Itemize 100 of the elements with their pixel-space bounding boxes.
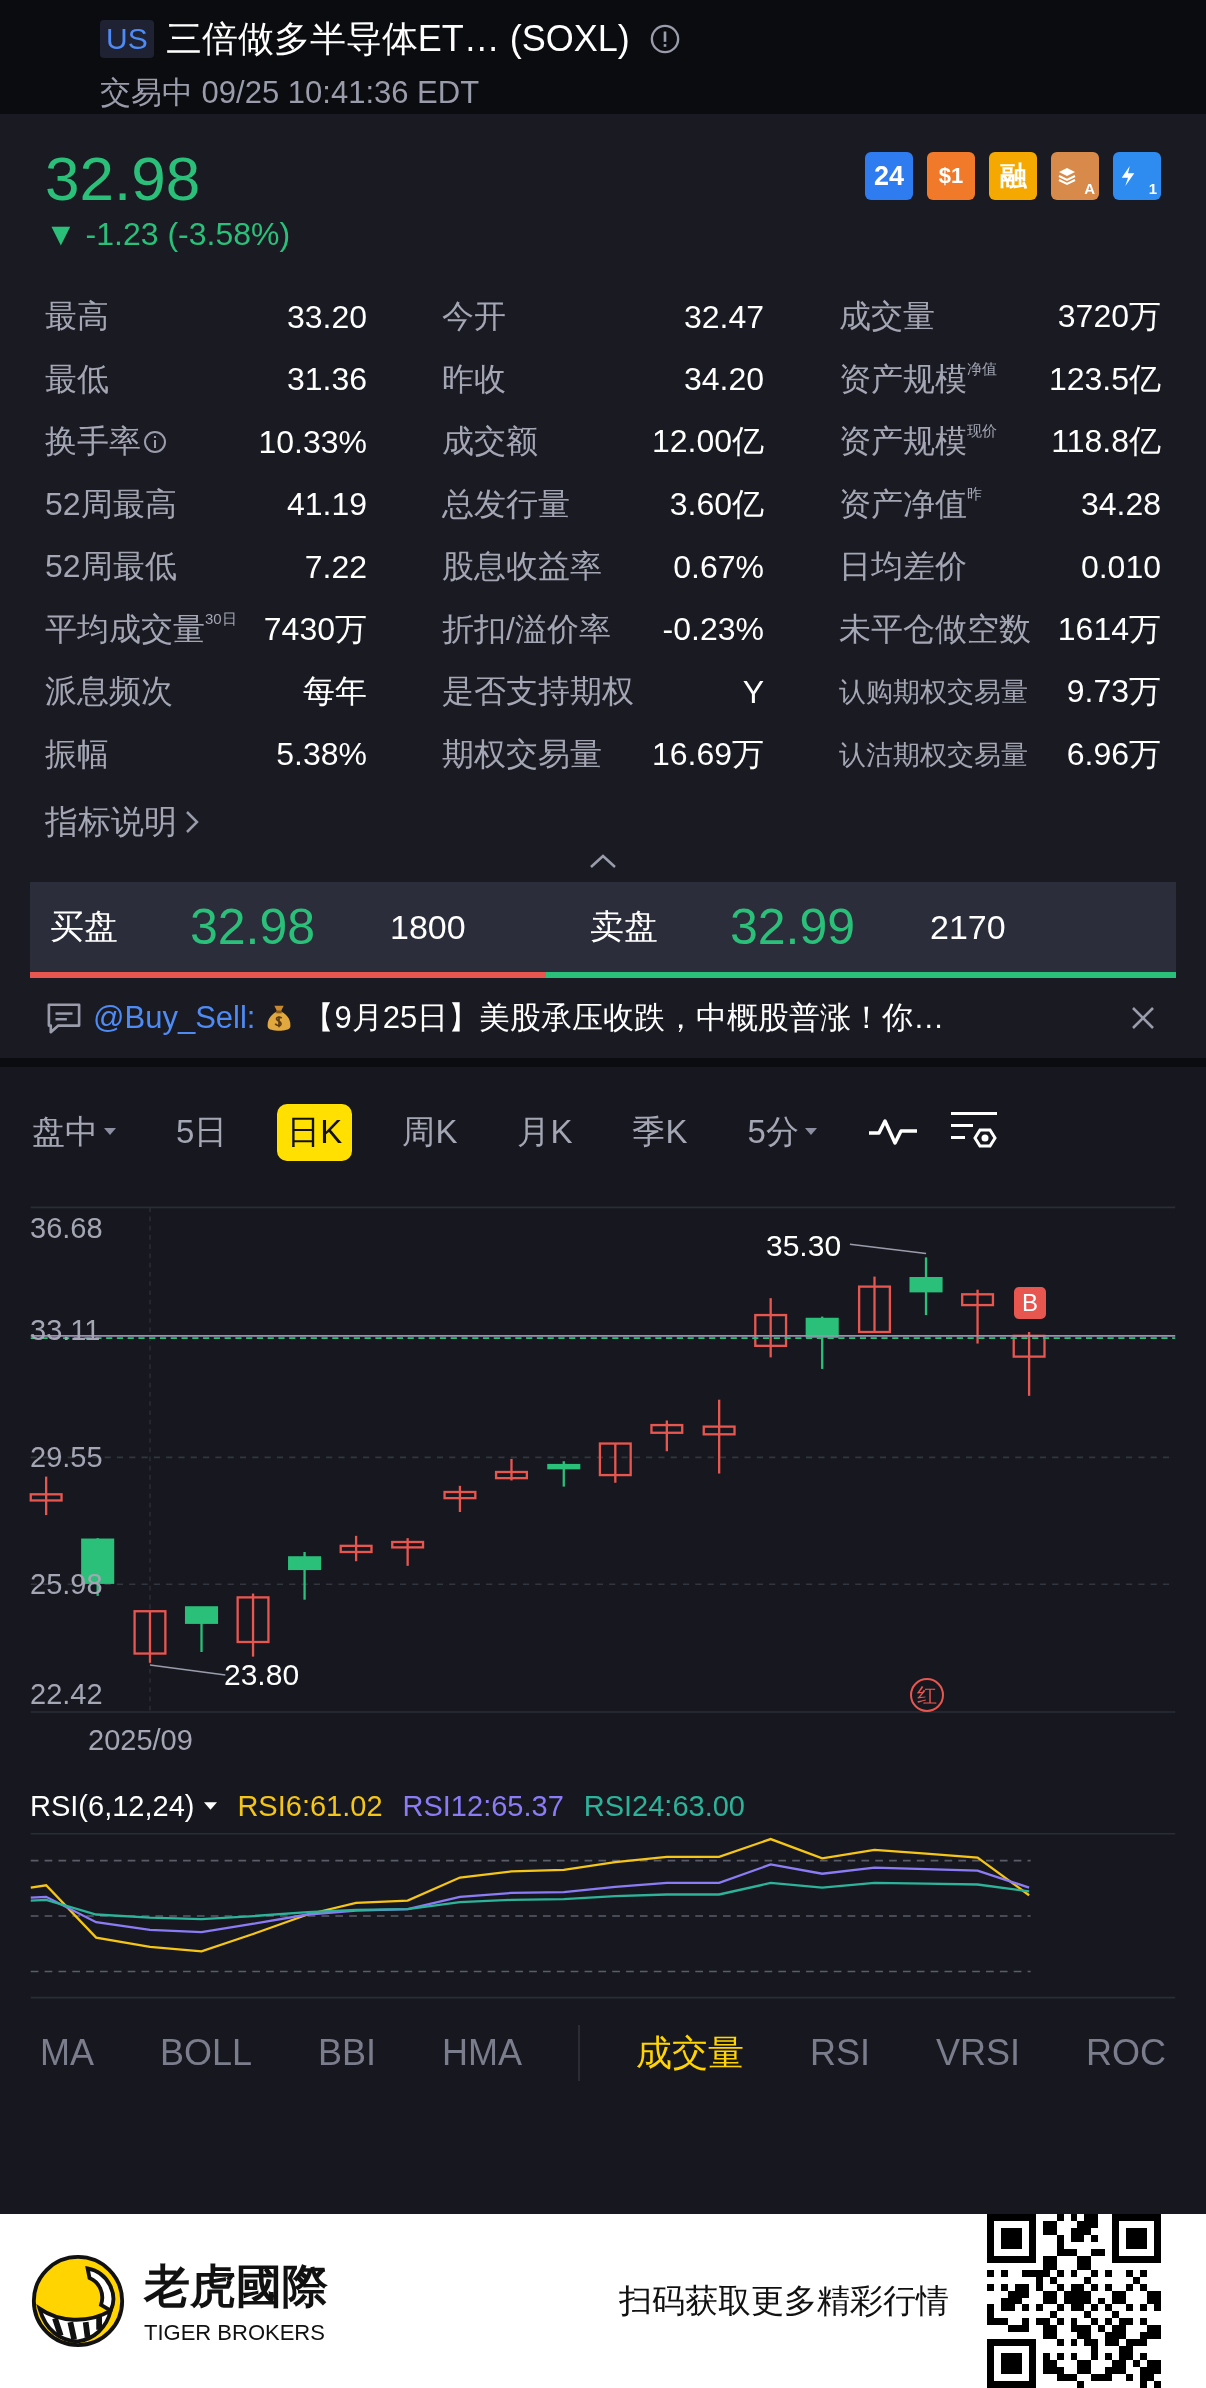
brand-subtitle: TIGER BROKERS — [144, 2320, 326, 2346]
stat-value: 3.60亿 — [669, 484, 764, 524]
stat-value: 34.28 — [1080, 486, 1161, 524]
stat-label: 今开 — [442, 297, 506, 337]
stat-value: 33.20 — [286, 298, 367, 336]
stat-label: 派息频次 — [45, 672, 173, 712]
candlestick — [857, 1276, 892, 1334]
stat-value: 6.96万 — [1066, 734, 1161, 774]
period-tab[interactable]: 盘中 — [22, 1103, 126, 1161]
chevron-right-icon[interactable] — [185, 810, 199, 834]
circled-marker[interactable]: 红 — [910, 1678, 944, 1713]
bolt-badge[interactable]: 1 — [1113, 152, 1161, 200]
dropdown-caret-icon[interactable] — [204, 1801, 218, 1811]
candlestick — [443, 1486, 477, 1513]
scan-prompt: 扫码获取更多精彩行情 — [619, 2280, 949, 2321]
candlestick — [288, 1552, 322, 1600]
stat-value: 118.8亿 — [1051, 422, 1161, 462]
candlestick — [339, 1536, 373, 1562]
period-tab[interactable]: 季K — [622, 1103, 698, 1161]
info-icon[interactable] — [143, 430, 167, 455]
stat-value: 3720万 — [1057, 297, 1161, 337]
candlestick — [391, 1538, 425, 1566]
ticket-badge[interactable]: $1 — [927, 152, 975, 200]
ask-label: 卖盘 — [590, 906, 659, 947]
x-axis-label: 2025/09 — [88, 1724, 193, 1757]
candlestick — [494, 1459, 528, 1481]
stat-label: 振幅 — [45, 734, 109, 774]
stat-value: 31.36 — [286, 361, 367, 399]
stat-value: 0.67% — [673, 548, 764, 586]
stat-label: 资产净值$^{昨}$ — [839, 483, 982, 524]
candlestick — [236, 1593, 270, 1657]
tiger-logo-icon — [30, 2253, 126, 2349]
stat-value: 1614万 — [1057, 609, 1161, 649]
stat-label: 资产规模$^{净值}$ — [839, 358, 997, 399]
stat-label: 最高 — [45, 297, 109, 337]
candlestick — [547, 1461, 581, 1487]
indicator-tab[interactable]: 成交量 — [625, 2024, 754, 2082]
stat-label: 总发行量 — [442, 484, 570, 524]
stat-label: 资产规模$^{现价}$ — [839, 421, 997, 462]
candlestick — [650, 1420, 684, 1452]
stat-label: 认沽期权交易量 — [839, 738, 1028, 772]
candlestick — [961, 1289, 995, 1344]
candlestick — [29, 1476, 63, 1516]
indicator-tab[interactable]: HMA — [432, 2028, 532, 2079]
stat-label: 折扣/溢价率 — [442, 609, 611, 649]
stat-value: 32.47 — [683, 298, 764, 336]
rsi-value: RSI24:63.00 — [583, 1789, 745, 1823]
stat-value: 5.38% — [276, 736, 367, 774]
indicator-tab[interactable]: BBI — [308, 2028, 387, 2079]
market-badge: US — [100, 20, 154, 58]
indicator-tab[interactable]: RSI — [799, 2028, 880, 2079]
y-axis-label: 22.42 — [30, 1678, 103, 1711]
y-axis-label: 29.55 — [30, 1441, 103, 1474]
stat-label: 认购期权交易量 — [839, 676, 1028, 710]
ask-size: 2170 — [930, 907, 1007, 947]
stat-label: 成交额 — [442, 422, 538, 462]
bid-label: 买盘 — [50, 906, 119, 947]
indicator-info-link[interactable]: 指标说明 — [45, 799, 177, 845]
stat-value: 每年 — [303, 672, 367, 712]
stat-value: 9.73万 — [1066, 672, 1161, 712]
stat-label: 成交量 — [839, 297, 935, 337]
stock-title: 三倍做多半导体ET… (SOXL) — [165, 16, 630, 61]
period-tab[interactable]: 周K — [392, 1103, 468, 1161]
trading-status: 交易中 09/25 10:41:36 EDT — [100, 74, 481, 112]
indicator-tab[interactable]: ROC — [1075, 2028, 1176, 2079]
indicator-tab[interactable]: MA — [30, 2028, 104, 2079]
stat-label: 股息收益率 — [442, 547, 602, 587]
stat-value: 10.33% — [258, 423, 367, 461]
stat-label: 换手率 — [45, 422, 141, 462]
chevron-up-icon[interactable] — [589, 853, 617, 869]
rsi-value: RSI12:65.37 — [402, 1789, 564, 1823]
comment-icon — [45, 1001, 83, 1035]
feature-badge[interactable]: 24 — [865, 152, 913, 200]
indicator-selector[interactable]: RSI(6,12,24) — [30, 1789, 195, 1823]
news-headline[interactable]: 【9月25日】美股承压收跌，中概股普涨！你… — [303, 997, 945, 1039]
stat-label: 平均成交量$^{30日}$ — [45, 608, 237, 649]
author-link[interactable]: @Buy_Sell: — [93, 1000, 256, 1036]
stat-label: 52周最低 — [45, 547, 177, 587]
line-chart-icon[interactable] — [866, 1117, 919, 1148]
stat-label: 52周最高 — [45, 484, 177, 524]
info-icon[interactable] — [649, 24, 680, 54]
stat-label: 日均差价 — [839, 547, 967, 587]
last-price: 32.98 — [45, 144, 202, 214]
stat-label: 是否支持期权 — [442, 672, 634, 712]
high-price-label: 35.30 — [766, 1230, 842, 1263]
stat-value: 0.010 — [1080, 548, 1161, 586]
close-icon[interactable] — [1130, 1005, 1156, 1031]
period-tab[interactable]: 月K — [507, 1103, 583, 1161]
indicator-tab[interactable]: BOLL — [149, 2028, 263, 2079]
brand-name: 老虎國際 — [144, 2259, 328, 2314]
buy-marker[interactable]: B — [1014, 1287, 1046, 1320]
period-tab[interactable]: 5分 — [737, 1103, 827, 1161]
period-tab[interactable]: 日K — [277, 1103, 353, 1161]
y-axis-label: 36.68 — [30, 1212, 103, 1245]
indicator-tab[interactable]: VRSI — [925, 2028, 1030, 2079]
period-tab[interactable]: 5日 — [166, 1103, 238, 1161]
rsi-value: RSI6:61.02 — [237, 1789, 383, 1823]
stat-label: 最低 — [45, 359, 109, 399]
stat-value: 123.5亿 — [1048, 359, 1161, 399]
layers-badge[interactable]: A — [1051, 152, 1099, 200]
